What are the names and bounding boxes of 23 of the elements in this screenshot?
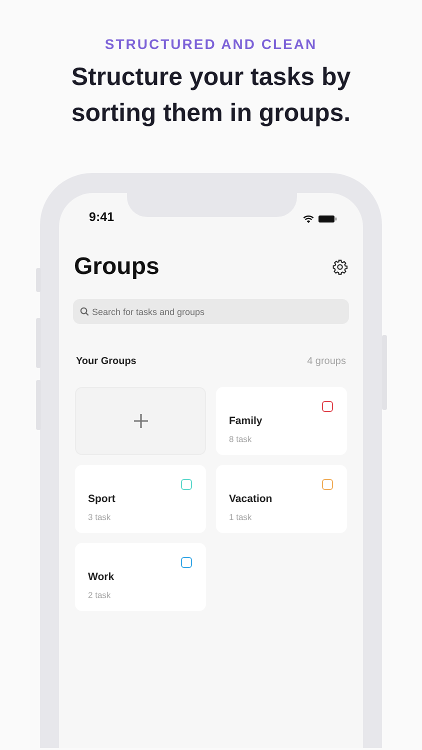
battery-icon	[318, 215, 337, 223]
group-name: Sport	[88, 492, 116, 506]
group-card[interactable]: Family 8 task	[216, 387, 347, 455]
plus-icon	[134, 414, 148, 428]
headline: Structure your tasks by sorting them in groups.	[70, 62, 352, 129]
screen-title: Groups	[74, 252, 160, 282]
settings-icon[interactable]	[332, 258, 348, 275]
group-count: 4 groups	[307, 355, 346, 369]
wifi-icon	[303, 215, 314, 223]
task-count: 8 task	[229, 433, 253, 445]
section-title: Your Groups	[76, 355, 136, 369]
group-card[interactable]: Sport 3 task	[75, 465, 206, 533]
group-name: Family	[229, 414, 264, 428]
group-card[interactable]: Work 2 task	[75, 543, 206, 611]
group-name: Work	[88, 570, 116, 584]
tagline: STRUCTURED AND CLEAN	[104, 36, 318, 53]
task-count: 1 task	[229, 511, 253, 523]
task-count: 3 task	[88, 511, 112, 523]
group-name: Vacation	[229, 492, 274, 506]
group-card[interactable]: Vacation 1 task	[216, 465, 347, 533]
status-time: 9:41	[89, 209, 114, 226]
search-field[interactable]: Search for tasks and groups	[73, 299, 349, 324]
task-count: 2 task	[88, 589, 112, 601]
